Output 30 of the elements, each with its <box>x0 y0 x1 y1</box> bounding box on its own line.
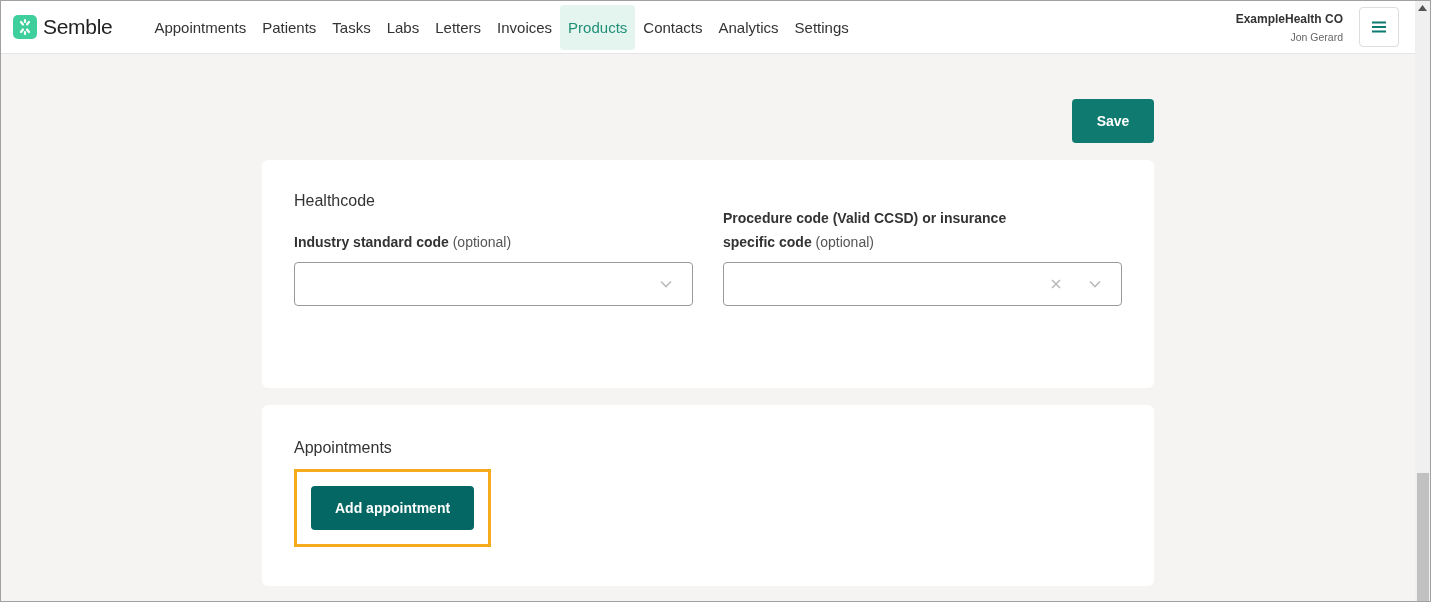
chevron-down-icon[interactable] <box>660 280 672 288</box>
scrollbar[interactable] <box>1415 1 1430 601</box>
nav-tab[interactable]: Letters <box>427 4 490 50</box>
nav-tab[interactable]: Patients <box>254 4 325 50</box>
save-button[interactable]: Save <box>1072 99 1154 143</box>
field-label: Industry standard code (optional) <box>294 233 513 252</box>
nav-tab[interactable]: Invoices <box>489 4 561 50</box>
select-field[interactable] <box>294 262 693 306</box>
chevron-down-icon[interactable] <box>1089 280 1101 288</box>
nav-tab[interactable]: Analytics <box>710 4 787 50</box>
field-label: Procedure code (Valid CCSD) or insurance specific code (optional) <box>723 209 1008 252</box>
select-field[interactable] <box>723 262 1122 306</box>
menu-icon[interactable] <box>1372 21 1386 33</box>
nav-tab[interactable]: Products <box>560 4 636 50</box>
nav-tab[interactable]: Tasks <box>324 4 379 50</box>
organization-name: ExampleHealth CO <box>1235 11 1343 26</box>
nav-tab[interactable]: Appointments <box>146 4 255 50</box>
section-title: Healthcode <box>294 192 376 210</box>
user-name: Jon Gerard <box>1290 30 1343 43</box>
menu-button[interactable] <box>1359 7 1399 47</box>
nav-tab[interactable]: Labs <box>378 4 428 50</box>
logo-text: Semble <box>43 15 113 39</box>
scrollbar-thumb[interactable] <box>1416 473 1429 601</box>
scroll-up-icon[interactable] <box>1418 5 1427 11</box>
clear-icon[interactable] <box>1051 279 1061 289</box>
add-appointment-button[interactable]: Add appointment <box>311 486 475 530</box>
nav-tab[interactable]: Contacts <box>635 4 711 50</box>
logo-icon <box>13 15 37 39</box>
section-title: Appointments <box>294 439 393 457</box>
nav-tab[interactable]: Settings <box>786 4 857 50</box>
